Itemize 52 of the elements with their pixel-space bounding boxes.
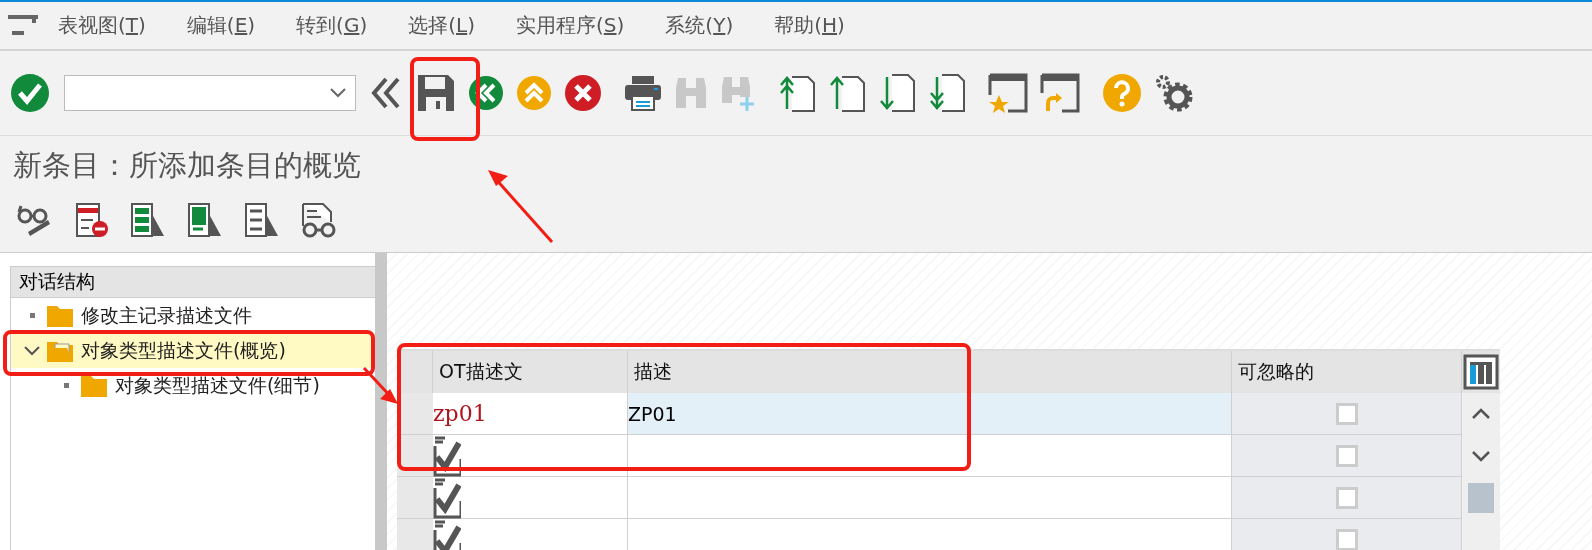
checkbox[interactable]	[1335, 528, 1358, 550]
scroll-up-icon[interactable]	[1471, 408, 1491, 420]
menu-item[interactable]: 选择(L)	[408, 12, 475, 39]
document-glasses-icon[interactable]	[301, 202, 337, 238]
menu-item[interactable]: 转到(G)	[296, 12, 368, 39]
checkbox[interactable]	[1335, 486, 1358, 509]
scrollbar-thumb[interactable]	[1468, 483, 1494, 513]
page-down-icon[interactable]	[928, 73, 966, 113]
checkmark-icon	[433, 518, 461, 550]
menu-item[interactable]: 系统(Y)	[665, 12, 734, 39]
tree-item[interactable]: 修改主记录描述文件	[11, 298, 375, 333]
printer-icon[interactable]	[624, 74, 662, 112]
bullet-icon	[63, 383, 69, 388]
tree-header: 对话结构	[11, 266, 375, 298]
window-arrow-icon[interactable]	[1040, 73, 1080, 113]
cancel-icon[interactable]	[564, 74, 602, 112]
checkbox[interactable]	[1335, 402, 1358, 425]
column-header[interactable]: 描述	[628, 351, 1232, 393]
scroll-down-icon[interactable]	[1471, 450, 1491, 462]
checkmark-icon	[433, 434, 461, 477]
settings-icon[interactable]	[1154, 73, 1194, 113]
checkmark-icon	[433, 476, 461, 519]
page-down-icon[interactable]	[878, 73, 916, 113]
tree-item[interactable]: 对象类型描述文件(概览)	[11, 333, 375, 368]
column-header[interactable]: OT描述文	[433, 351, 628, 393]
column-header[interactable]: 可忽略的	[1232, 351, 1462, 393]
window-star-icon[interactable]	[988, 73, 1028, 113]
table-cell: zp01	[433, 393, 628, 435]
delete-row-icon[interactable]	[75, 202, 109, 238]
menu-item[interactable]: 帮助(H)	[774, 12, 845, 39]
screen-title: 新条目：所添加条目的概览	[0, 136, 1592, 188]
page-up-icon[interactable]	[828, 73, 866, 113]
command-field[interactable]	[64, 75, 356, 111]
bullet-icon	[29, 313, 35, 318]
tree-item[interactable]: 对象类型描述文件(细节)	[11, 368, 375, 403]
menu-item[interactable]: 编辑(E)	[186, 12, 256, 39]
deselect-all-icon[interactable]	[244, 202, 280, 238]
menu-item[interactable]: 实用程序(S)	[516, 12, 625, 39]
menu-item[interactable]: 表视图(T)	[58, 12, 146, 39]
save-icon[interactable]	[416, 73, 456, 113]
column-settings-icon[interactable]	[1463, 354, 1499, 390]
annotation-arrow	[362, 366, 400, 406]
select-block-icon[interactable]	[187, 202, 223, 238]
page-up-icon[interactable]	[778, 73, 816, 113]
select-all-icon[interactable]	[130, 202, 166, 238]
chevron-down-icon[interactable]	[23, 344, 41, 357]
check-icon[interactable]	[10, 73, 50, 113]
dropdown-icon[interactable]	[329, 87, 347, 99]
menu-icon[interactable]	[8, 14, 38, 37]
back-icon[interactable]	[468, 75, 504, 111]
table-cell: ZP01	[628, 393, 1232, 435]
checkbox[interactable]	[1335, 444, 1358, 467]
